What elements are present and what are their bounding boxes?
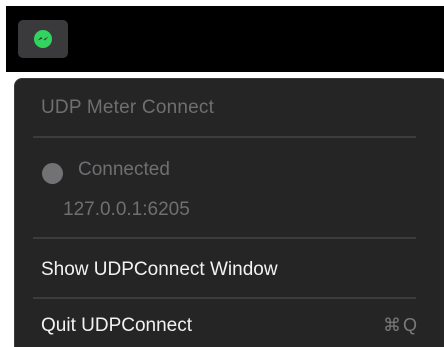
show-window-label: Show UDPConnect Window: [41, 259, 278, 280]
menu-separator: [33, 297, 416, 299]
status-menu: UDP Meter Connect Connected 127.0.0.1:62…: [14, 78, 444, 347]
quit-label: Quit UDPConnect: [41, 315, 193, 336]
screen: UDP Meter Connect Connected 127.0.0.1:62…: [0, 0, 444, 347]
quit-menu-item[interactable]: Quit UDPConnect ⌘Q: [19, 307, 419, 345]
menu-separator: [33, 136, 416, 138]
menu-bar: [6, 6, 444, 72]
messenger-chat-icon: [33, 29, 53, 49]
udpconnect-status-item[interactable]: [18, 20, 68, 58]
menu-separator: [33, 237, 416, 239]
connection-address: 127.0.0.1:6205: [63, 199, 190, 220]
connection-status-label: Connected: [78, 159, 170, 180]
show-window-menu-item[interactable]: Show UDPConnect Window: [19, 251, 419, 289]
menu-header: UDP Meter Connect: [41, 97, 215, 118]
connection-status-indicator: [42, 163, 63, 184]
quit-shortcut: ⌘Q: [382, 315, 419, 335]
